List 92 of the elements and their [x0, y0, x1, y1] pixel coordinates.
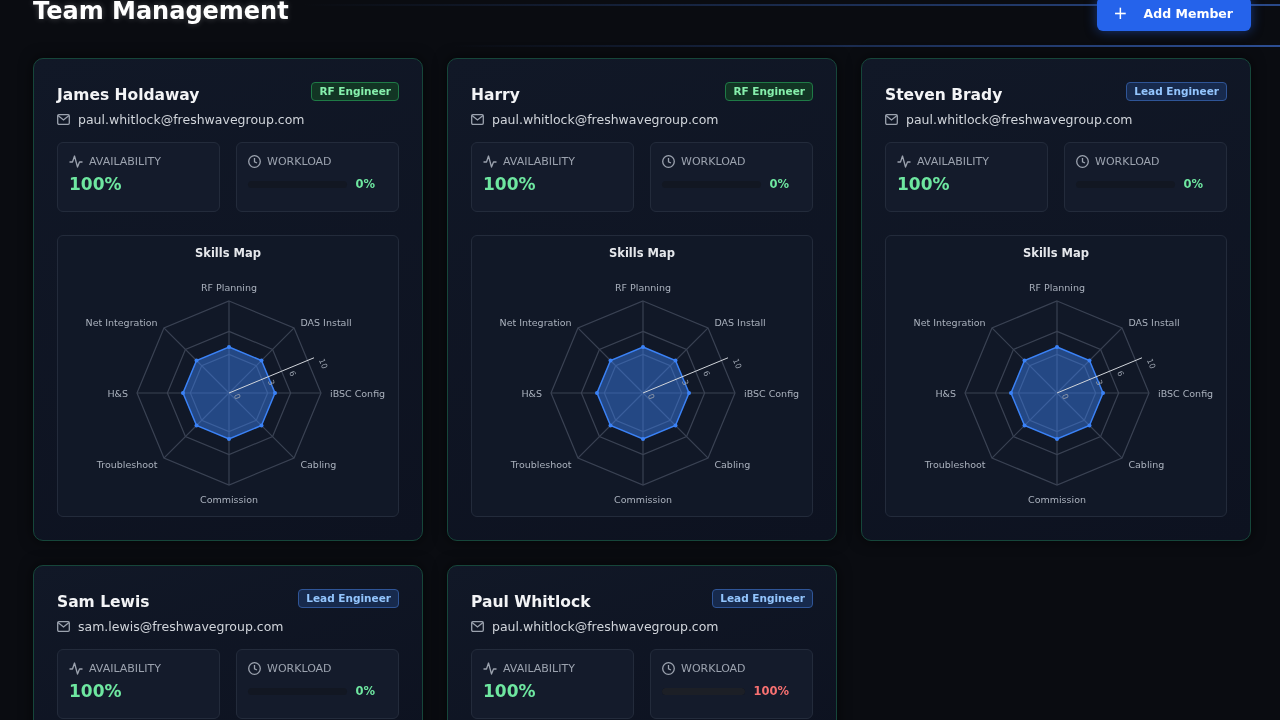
scale-label: 10: [731, 357, 744, 371]
axis-label: Net Integration: [499, 316, 572, 328]
axis-label: RF Planning: [201, 282, 257, 293]
mail-icon: [471, 621, 484, 632]
axis-label: H&S: [935, 388, 956, 399]
stat-label: AVAILABILITY: [89, 155, 161, 168]
axis-label: DAS Install: [300, 316, 352, 328]
activity-icon: [483, 155, 497, 168]
scale-label: 10: [317, 357, 330, 371]
stat-label: AVAILABILITY: [503, 155, 575, 168]
member-name: James Holdaway: [57, 86, 200, 104]
role-badge: Lead Engineer: [298, 589, 399, 608]
axis-label: Commission: [614, 494, 672, 505]
scale-label: 3: [1094, 378, 1105, 387]
scale-label: 3: [680, 378, 691, 387]
axis-label: Net Integration: [85, 316, 158, 328]
member-name: Steven Brady: [885, 86, 1003, 104]
axis-label: H&S: [107, 388, 128, 399]
scale-label: 0: [1060, 392, 1071, 401]
stat-label: AVAILABILITY: [917, 155, 989, 168]
availability-value: 100%: [483, 681, 537, 701]
axis-label: DAS Install: [714, 316, 766, 328]
workload-value: 100%: [753, 684, 789, 698]
chart-title: Skills Map: [607, 246, 676, 260]
axis-label: Cabling: [714, 459, 751, 471]
axis-label: iBSC Config: [744, 388, 800, 399]
axis-label: Troubleshoot: [96, 459, 158, 471]
member-email: paul.whitlock@freshwavegroup.com: [492, 619, 719, 634]
scale-label: 3: [266, 378, 277, 387]
clock-icon: [662, 662, 675, 675]
clock-icon: [248, 155, 261, 168]
stat-label: WORKLOAD: [1095, 155, 1160, 168]
axis-label: Commission: [200, 494, 258, 505]
member-name: Paul Whitlock: [471, 593, 591, 611]
activity-icon: [69, 662, 83, 675]
clock-icon: [248, 662, 261, 675]
availability-value: 100%: [483, 174, 537, 194]
axis-label: Commission: [1028, 494, 1086, 505]
axis-label: Troubleshoot: [924, 459, 986, 471]
workload-value: 0%: [1183, 177, 1203, 191]
axis-label: Cabling: [300, 459, 337, 471]
workload-value: 0%: [355, 684, 375, 698]
member-email: sam.lewis@freshwavegroup.com: [78, 619, 284, 634]
activity-icon: [897, 155, 911, 168]
clock-icon: [662, 155, 675, 168]
role-badge: RF Engineer: [311, 82, 399, 101]
stat-label: WORKLOAD: [267, 662, 332, 675]
workload-value: 0%: [769, 177, 789, 191]
stat-label: WORKLOAD: [267, 155, 332, 168]
axis-label: iBSC Config: [330, 388, 386, 399]
scale-label: 0: [646, 392, 657, 401]
activity-icon: [483, 662, 497, 675]
scale-label: 0: [232, 392, 243, 401]
stat-label: AVAILABILITY: [503, 662, 575, 675]
member-email: paul.whitlock@freshwavegroup.com: [78, 112, 305, 127]
axis-label: RF Planning: [1029, 282, 1085, 293]
member-name: Harry: [471, 86, 520, 104]
availability-value: 100%: [69, 681, 123, 701]
axis-label: Troubleshoot: [510, 459, 572, 471]
axis-label: H&S: [521, 388, 542, 399]
role-badge: Lead Engineer: [712, 589, 813, 608]
member-name: Sam Lewis: [57, 593, 150, 611]
axis-label: Cabling: [1128, 459, 1165, 471]
scale-label: 6: [287, 369, 298, 378]
mail-icon: [885, 114, 898, 125]
scale-label: 10: [1145, 357, 1158, 371]
mail-icon: [57, 114, 70, 125]
role-badge: Lead Engineer: [1126, 82, 1227, 101]
mail-icon: [57, 621, 70, 632]
mail-icon: [471, 114, 484, 125]
axis-label: Net Integration: [913, 316, 986, 328]
axis-label: RF Planning: [615, 282, 671, 293]
member-email: paul.whitlock@freshwavegroup.com: [492, 112, 719, 127]
chart-title: Skills Map: [1021, 246, 1090, 260]
availability-value: 100%: [897, 174, 951, 194]
scale-label: 6: [701, 369, 712, 378]
clock-icon: [1076, 155, 1089, 168]
add-member-button[interactable]: + Add Member: [1097, 0, 1251, 31]
stat-label: AVAILABILITY: [89, 662, 161, 675]
activity-icon: [69, 155, 83, 168]
stat-label: WORKLOAD: [681, 155, 746, 168]
axis-label: DAS Install: [1128, 316, 1180, 328]
workload-value: 0%: [355, 177, 375, 191]
chart-title: Skills Map: [193, 246, 262, 260]
availability-value: 100%: [69, 174, 123, 194]
member-email: paul.whitlock@freshwavegroup.com: [906, 112, 1133, 127]
stat-label: WORKLOAD: [681, 662, 746, 675]
plus-icon: +: [1113, 3, 1128, 23]
page-title: Team Management: [33, 0, 289, 25]
role-badge: RF Engineer: [725, 82, 813, 101]
scale-label: 6: [1115, 369, 1126, 378]
axis-label: iBSC Config: [1158, 388, 1214, 399]
